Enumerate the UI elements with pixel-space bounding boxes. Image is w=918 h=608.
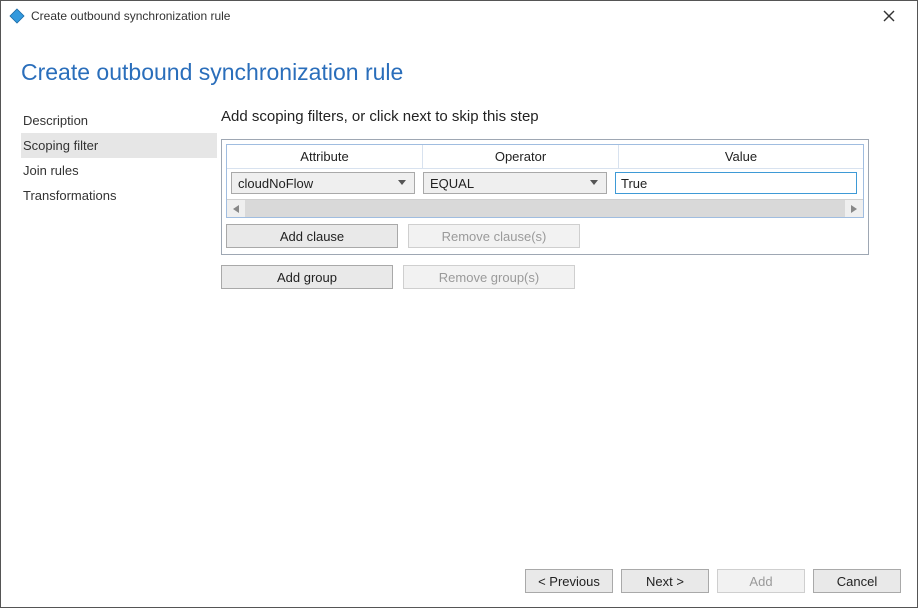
sidebar-item-scoping-filter[interactable]: Scoping filter bbox=[21, 133, 217, 158]
scroll-left-arrow[interactable] bbox=[227, 200, 245, 217]
previous-button[interactable]: < Previous bbox=[525, 569, 613, 593]
filter-group-panel: Attribute Operator Value cloudNoFlow bbox=[221, 139, 869, 255]
scroll-track[interactable] bbox=[245, 200, 845, 217]
page-title: Create outbound synchronization rule bbox=[21, 59, 897, 86]
add-clause-button[interactable]: Add clause bbox=[226, 224, 398, 248]
attribute-selected: cloudNoFlow bbox=[238, 176, 313, 191]
window-title: Create outbound synchronization rule bbox=[31, 9, 869, 23]
filter-table: Attribute Operator Value cloudNoFlow bbox=[226, 144, 864, 218]
horizontal-scrollbar[interactable] bbox=[227, 199, 863, 217]
sidebar-item-join-rules[interactable]: Join rules bbox=[21, 158, 217, 183]
table-header: Attribute Operator Value bbox=[227, 145, 863, 168]
col-value: Value bbox=[619, 145, 863, 168]
dialog-window: Create outbound synchronization rule Cre… bbox=[0, 0, 918, 608]
main-split: Description Scoping filter Join rules Tr… bbox=[21, 108, 897, 549]
titlebar: Create outbound synchronization rule bbox=[1, 1, 917, 31]
group-button-row: Add group Remove group(s) bbox=[221, 265, 897, 289]
cancel-button[interactable]: Cancel bbox=[813, 569, 901, 593]
clause-button-row: Add clause Remove clause(s) bbox=[222, 218, 868, 254]
operator-dropdown[interactable]: EQUAL bbox=[423, 172, 607, 194]
operator-selected: EQUAL bbox=[430, 176, 474, 191]
col-operator: Operator bbox=[423, 145, 619, 168]
add-button[interactable]: Add bbox=[717, 569, 805, 593]
table-row: cloudNoFlow EQUAL bbox=[227, 168, 863, 199]
value-input[interactable] bbox=[615, 172, 857, 194]
chevron-down-icon bbox=[586, 178, 602, 189]
app-icon bbox=[9, 8, 25, 24]
attribute-dropdown[interactable]: cloudNoFlow bbox=[231, 172, 415, 194]
add-group-button[interactable]: Add group bbox=[221, 265, 393, 289]
col-attribute: Attribute bbox=[227, 145, 423, 168]
remove-clause-button[interactable]: Remove clause(s) bbox=[408, 224, 580, 248]
body: Create outbound synchronization rule Des… bbox=[1, 31, 917, 559]
content-area: Add scoping filters, or click next to sk… bbox=[217, 108, 897, 549]
remove-group-button[interactable]: Remove group(s) bbox=[403, 265, 575, 289]
sidebar-item-description[interactable]: Description bbox=[21, 108, 217, 133]
footer: < Previous Next > Add Cancel bbox=[1, 559, 917, 607]
sidebar: Description Scoping filter Join rules Tr… bbox=[21, 108, 217, 549]
next-button[interactable]: Next > bbox=[621, 569, 709, 593]
instruction-text: Add scoping filters, or click next to sk… bbox=[221, 108, 897, 125]
chevron-down-icon bbox=[394, 178, 410, 189]
sidebar-item-transformations[interactable]: Transformations bbox=[21, 183, 217, 208]
close-button[interactable] bbox=[869, 2, 909, 30]
scroll-right-arrow[interactable] bbox=[845, 200, 863, 217]
